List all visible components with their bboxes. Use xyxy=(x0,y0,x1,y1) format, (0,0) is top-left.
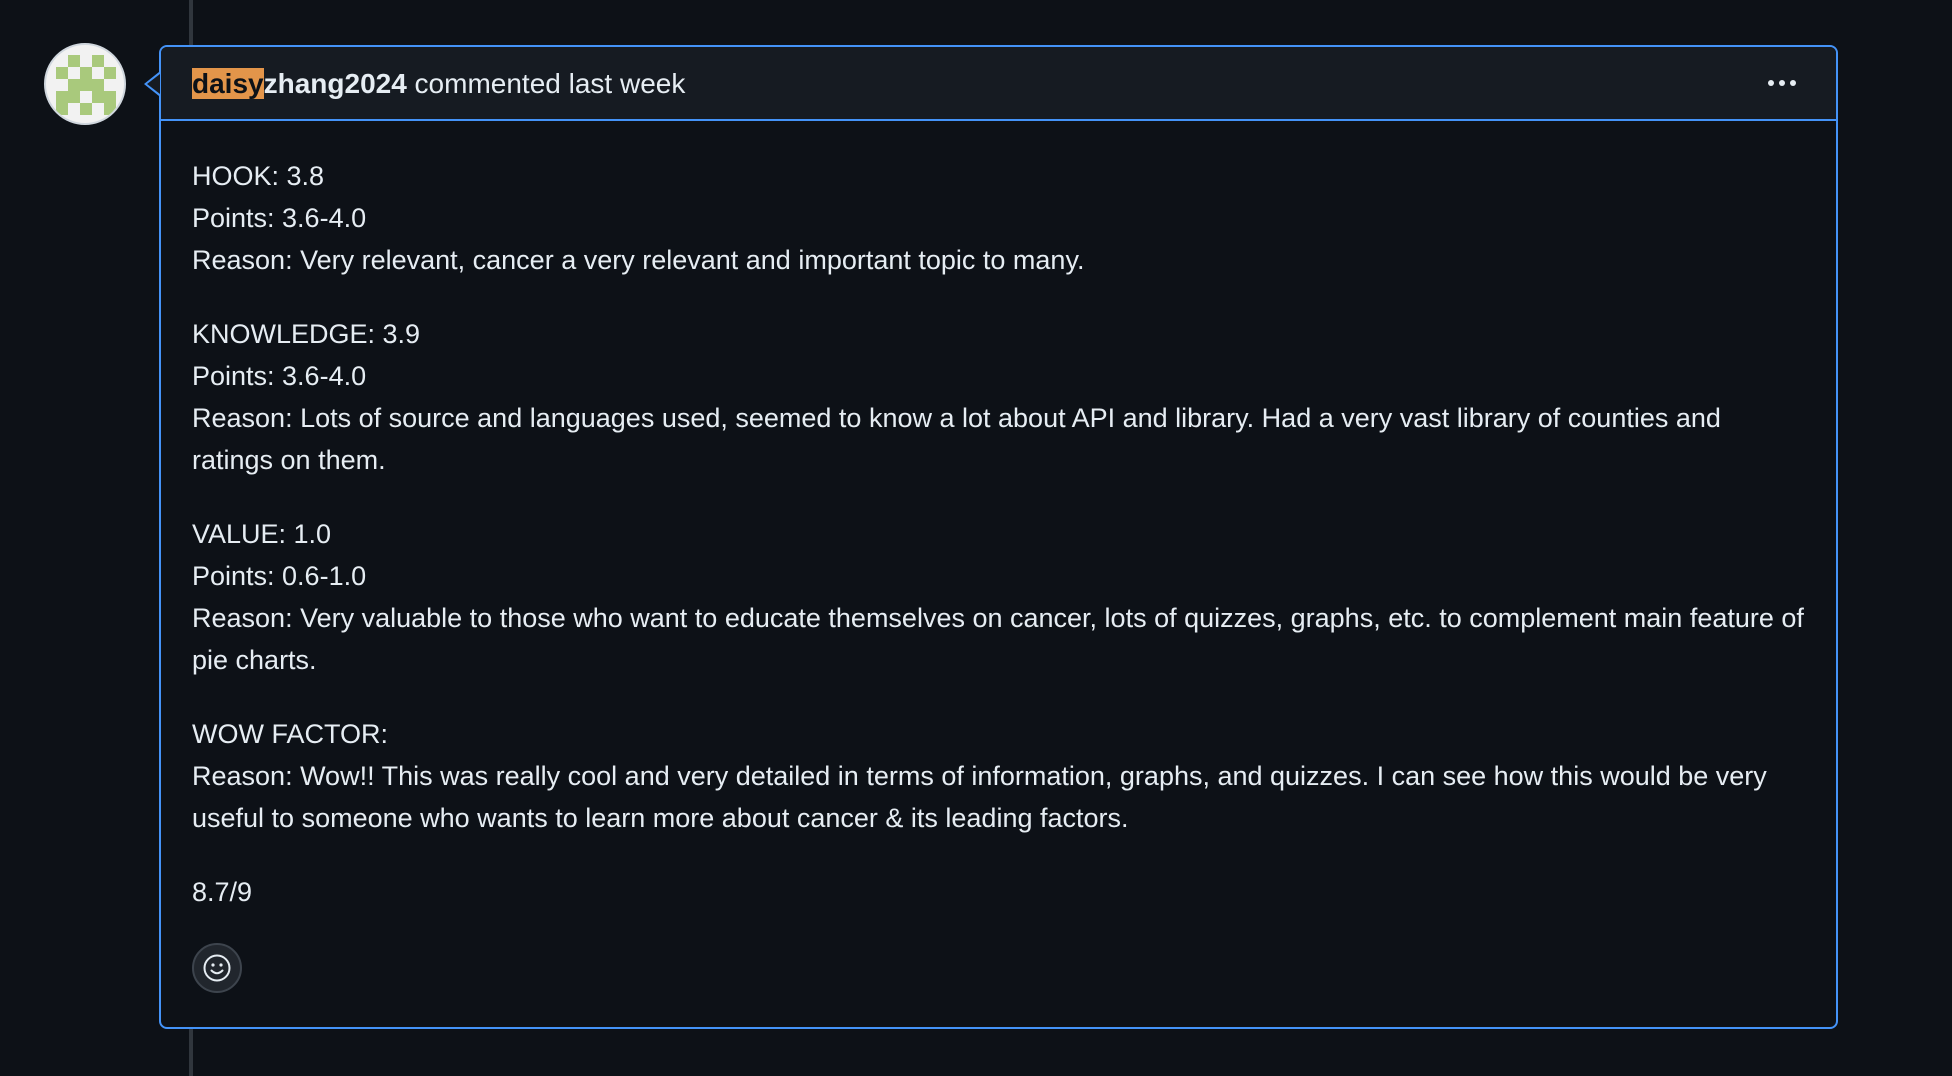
comment-body: HOOK: 3.8 Points: 3.6-4.0 Reason: Very r… xyxy=(192,155,1807,945)
comment-timestamp[interactable]: commented last week xyxy=(407,68,686,99)
value-score: VALUE: 1.0 xyxy=(192,519,332,549)
author-name-rest: zhang2024 xyxy=(263,68,407,99)
avatar[interactable] xyxy=(44,43,126,125)
knowledge-reason: Reason: Lots of source and languages use… xyxy=(192,403,1721,475)
section-hook: HOOK: 3.8 Points: 3.6-4.0 Reason: Very r… xyxy=(192,155,1807,281)
add-reaction-button[interactable] xyxy=(192,943,242,993)
hook-score: HOOK: 3.8 xyxy=(192,161,325,191)
value-points: Points: 0.6-1.0 xyxy=(192,561,367,591)
smiley-icon xyxy=(203,954,231,982)
identicon-icon xyxy=(56,55,116,115)
more-options-button[interactable] xyxy=(1762,65,1802,101)
knowledge-score: KNOWLEDGE: 3.9 xyxy=(192,319,421,349)
knowledge-points: Points: 3.6-4.0 xyxy=(192,361,367,391)
hook-points: Points: 3.6-4.0 xyxy=(192,203,367,233)
section-total: 8.7/9 xyxy=(192,871,1807,913)
kebab-horizontal-icon xyxy=(1768,80,1796,86)
section-knowledge: KNOWLEDGE: 3.9 Points: 3.6-4.0 Reason: L… xyxy=(192,313,1807,481)
value-reason: Reason: Very valuable to those who want … xyxy=(192,603,1804,675)
comment-pointer-inner xyxy=(147,74,160,94)
issue-timeline: daisyzhang2024 commented last week HOOK:… xyxy=(0,0,1952,1076)
section-value: VALUE: 1.0 Points: 0.6-1.0 Reason: Very … xyxy=(192,513,1807,681)
author-link[interactable]: daisyzhang2024 xyxy=(192,68,407,99)
hook-reason: Reason: Very relevant, cancer a very rel… xyxy=(192,245,1085,275)
comment-header: daisyzhang2024 commented last week xyxy=(161,47,1836,121)
author-search-highlight: daisy xyxy=(192,68,264,99)
comment-header-text: daisyzhang2024 commented last week xyxy=(192,67,685,101)
wow-factor-heading: WOW FACTOR: xyxy=(192,719,388,749)
comment-box: daisyzhang2024 commented last week HOOK:… xyxy=(159,45,1838,1029)
wow-factor-reason: Reason: Wow!! This was really cool and v… xyxy=(192,761,1767,833)
section-wow-factor: WOW FACTOR: Reason: Wow!! This was reall… xyxy=(192,713,1807,839)
total-score: 8.7/9 xyxy=(192,877,253,907)
